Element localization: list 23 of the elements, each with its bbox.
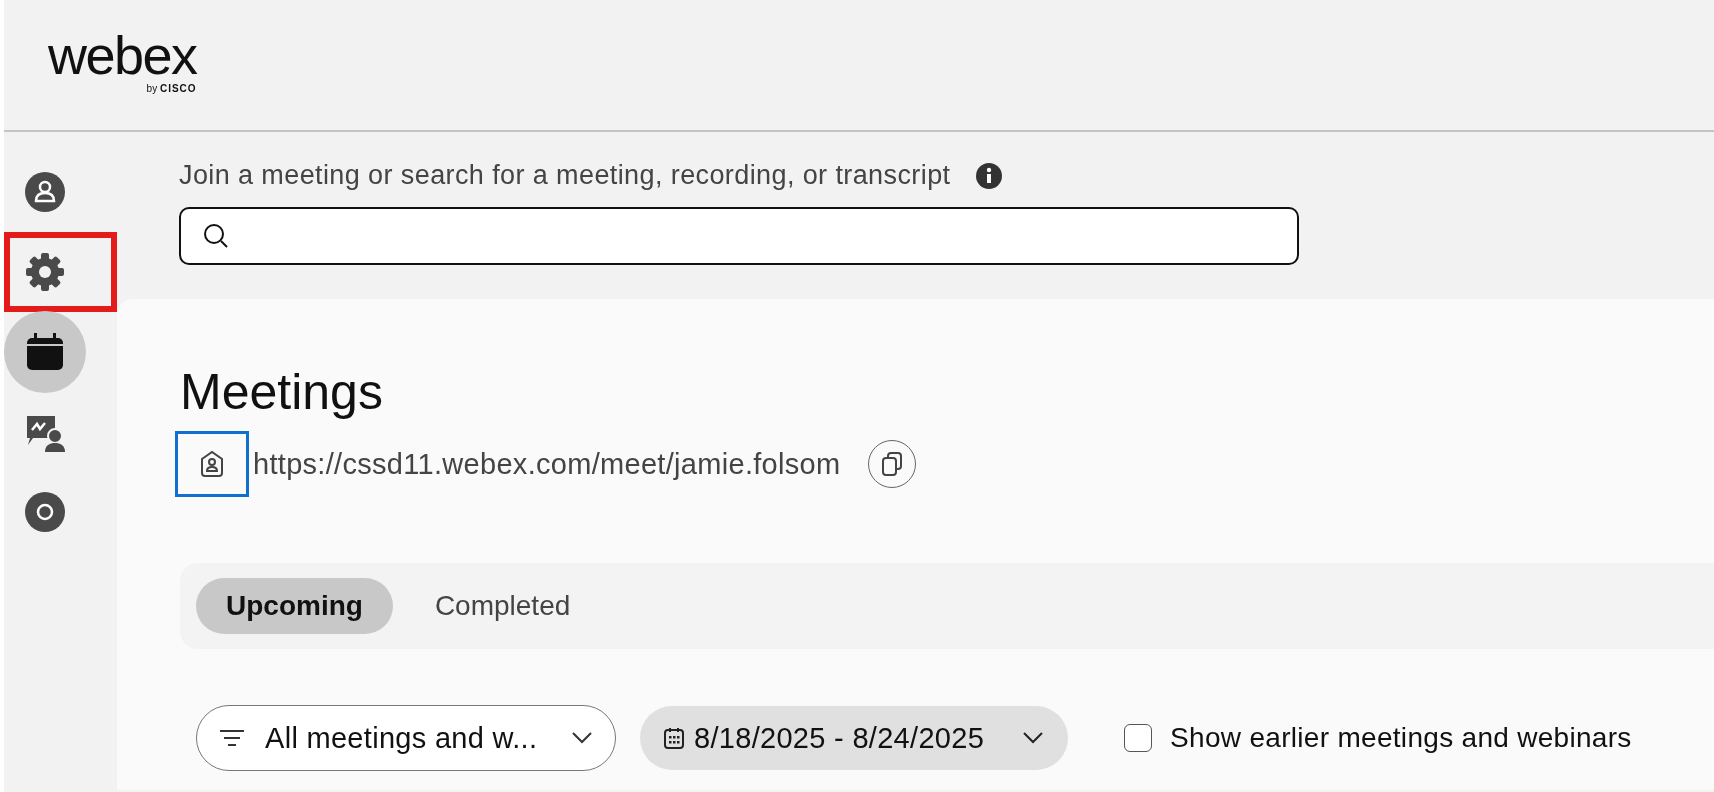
filter-icon — [219, 728, 245, 748]
info-icon[interactable] — [976, 162, 1003, 189]
meeting-type-dropdown[interactable]: All meetings and w... — [196, 705, 616, 771]
settings-icon — [25, 252, 65, 292]
date-range-dropdown[interactable]: 8/18/2025 - 8/24/2025 — [640, 706, 1069, 770]
status-icon — [25, 492, 65, 532]
page-title: Meetings — [180, 363, 384, 421]
search-field[interactable] — [179, 207, 1299, 265]
search-label: Join a meeting or search for a meeting, recording, or transcript — [179, 160, 951, 191]
checkbox-label: Show earlier meetings and webinars — [1170, 722, 1632, 754]
copy-icon — [880, 451, 905, 477]
person-icon — [25, 172, 65, 212]
chevron-down-icon — [571, 731, 593, 745]
chevron-down-icon — [1022, 731, 1045, 745]
checkbox[interactable] — [1124, 724, 1153, 752]
webex-logo: webex by CISCO — [48, 28, 197, 94]
meeting-link[interactable]: https://cssd11.webex.com/meet/jamie.folsom — [253, 447, 841, 481]
tab[interactable]: Completed — [404, 578, 601, 634]
tab[interactable]: Upcoming — [196, 578, 393, 634]
search-icon — [203, 223, 229, 249]
calendar-icon — [25, 332, 65, 372]
room-icon — [199, 450, 225, 478]
calendar-icon — [664, 727, 684, 749]
